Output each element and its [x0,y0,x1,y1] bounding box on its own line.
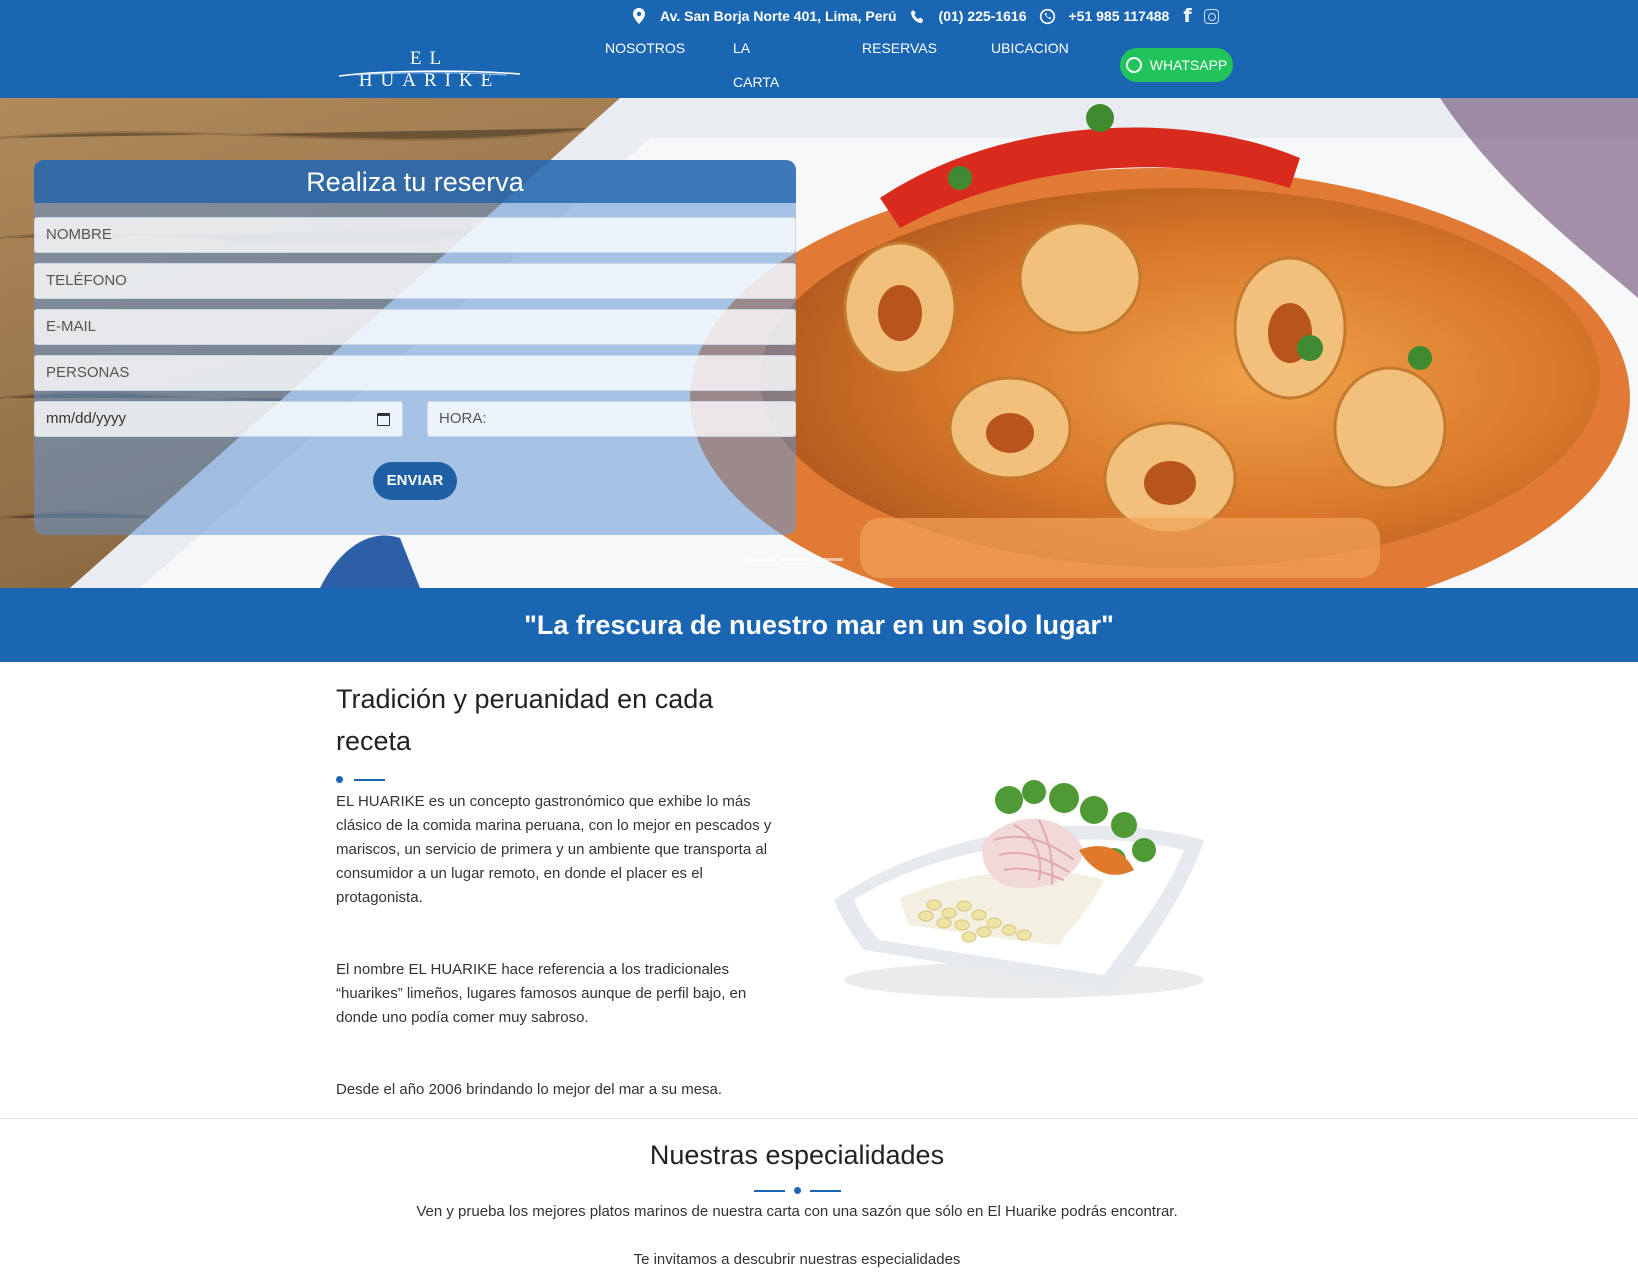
hero-carousel[interactable]: Realiza tu reserva NOMBRE TELÉFONO E-MAI… [0,98,1638,588]
carousel-dot-active[interactable] [780,558,809,561]
facebook-icon[interactable]: f [1183,5,1191,27]
instagram-icon[interactable] [1203,8,1219,24]
carousel-indicators [746,558,843,561]
reservation-form-title: Realiza tu reserva [34,160,796,203]
guests-field[interactable]: PERSONAS [34,355,796,391]
contact-bar: Av. San Borja Norte 401, Lima, Perú (01)… [630,3,1219,29]
whatsapp-number[interactable]: +51 985 117488 [1068,8,1169,24]
phone-icon[interactable] [909,7,927,25]
specialties-title: Nuestras especialidades [649,1140,945,1170]
about-paragraph: El nombre EL HUARIKE hace referencia a l… [336,961,747,1026]
phone-field[interactable]: TELÉFONO [34,263,796,299]
divider-dot [794,1187,801,1194]
address-text: Av. San Borja Norte 401, Lima, Perú [660,8,897,24]
nav-la-carta[interactable]: LA CARTA [733,31,779,90]
time-field[interactable]: HORA: [427,401,796,437]
slogan-banner: "La frescura de nuestro mar en un solo l… [0,588,1638,662]
reservation-form: Realiza tu reserva NOMBRE TELÉFONO E-MAI… [34,160,796,535]
whatsapp-button[interactable]: WHATSAPP [1120,48,1233,82]
submit-button[interactable]: ENVIAR [373,462,457,500]
nav-reservas[interactable]: RESERVAS [862,31,937,65]
ceviche-dish-image [834,780,1204,998]
phone-number[interactable]: (01) 225-1616 [939,8,1027,24]
whatsapp-button-label: WHATSAPP [1149,57,1228,73]
calendar-icon[interactable] [377,413,390,426]
whatsapp-icon[interactable] [1038,7,1056,25]
section-separator [0,1118,1638,1119]
date-field[interactable]: mm/dd/yyyy [34,401,403,437]
site-header: Av. San Borja Norte 401, Lima, Perú (01)… [0,0,1638,98]
divider-line [810,1189,841,1192]
divider-dot [336,776,343,783]
nav-ubicacion[interactable]: UBICACION [991,31,1069,65]
logo[interactable]: EL HUARIKE [337,48,522,91]
about-paragraph: Desde el año 2006 brindando lo mejor del… [336,1081,723,1098]
about-paragraph: EL HUARIKE es un concepto gastronómico q… [336,793,772,906]
nav-nosotros[interactable]: NOSOTROS [605,31,685,65]
section-divider [336,776,385,783]
map-pin-icon [630,7,648,25]
specialties-text: Te invitamos a descubrir nuestras especi… [633,1251,961,1268]
carousel-dot[interactable] [814,558,843,561]
specialties-text: Ven y prueba los mejores platos marinos … [416,1203,1178,1220]
email-field[interactable]: E-MAIL [34,309,796,345]
section-divider [754,1187,841,1194]
logo-swoosh-icon [338,70,521,77]
divider-line [754,1189,785,1192]
date-field-placeholder: mm/dd/yyyy [46,410,127,427]
carousel-dot[interactable] [746,558,775,561]
about-title: Tradición y peruanidad en cada receta [336,684,714,756]
divider-line [354,778,385,781]
whatsapp-icon [1125,57,1142,73]
name-field[interactable]: NOMBRE [34,217,796,253]
